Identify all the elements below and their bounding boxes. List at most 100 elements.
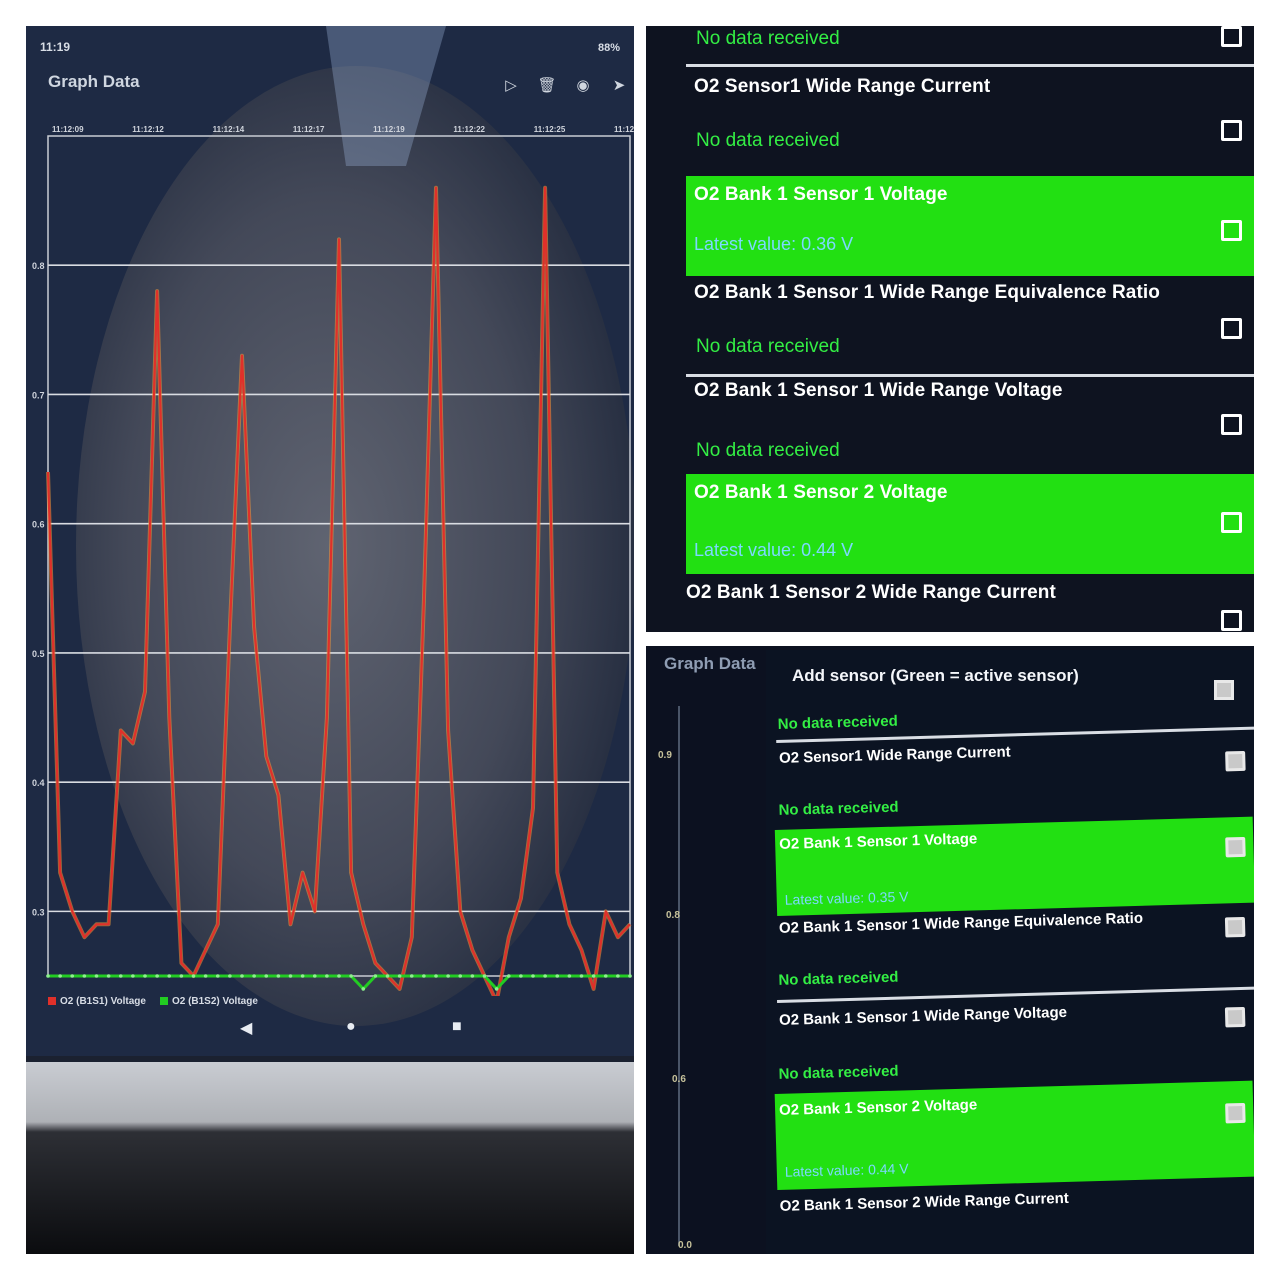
sensor-checkbox[interactable] [1221,26,1242,47]
x-tick-label: 11:12:12 [132,125,164,134]
series-point-b1s2 [519,974,523,978]
sensor-checkbox[interactable] [1221,414,1242,435]
series-point-b1s2 [349,974,353,978]
sensor-title: O2 Bank 1 Sensor 1 Voltage [694,184,948,205]
list-item[interactable]: O2 Sensor1 Wide Range Current No data re… [646,68,1254,172]
series-point-b1s2 [616,974,620,978]
status-battery: 88% [597,42,620,54]
list-item-active[interactable]: O2 Bank 1 Sensor 2 Voltage Latest value:… [646,474,1254,574]
series-point-b1s2 [167,974,172,978]
series-point-b1s2 [228,974,232,978]
record-icon[interactable]: ◉ [572,74,594,96]
series-point-b1s2 [361,987,366,991]
series-point-b1s2 [422,974,426,978]
legend-item-b1s2: O2 (B1S2) Voltage [159,996,258,1007]
list-item[interactable]: No data received [646,26,1254,68]
sensor-title: O2 Bank 1 Sensor 2 Wide Range Current [779,1189,1070,1215]
appbar-actions: ▷ 🗑 ◉ ➤ [500,74,630,96]
status-time: 11:19 [40,40,71,54]
series-point-b1s2 [300,974,305,978]
sensor-checkbox[interactable] [1225,1102,1246,1124]
series-point-b1s2 [46,974,50,978]
sensor-title: O2 Bank 1 Sensor 2 Voltage [694,482,948,503]
latest-value-label: Latest value: 0.36 V [694,234,854,254]
sensor-title: O2 Bank 1 Sensor 1 Wide Range Voltage [694,380,1063,401]
y-tick-label: 0.6 [32,520,45,530]
sensor-checkbox[interactable] [1221,512,1242,533]
series-point-b1s2 [252,974,256,978]
series-point-b1s2 [264,974,269,978]
series-point-b1s2 [591,974,596,978]
series-point-b1s2 [203,974,208,978]
sensor-checkbox[interactable] [1224,1006,1246,1028]
legend-swatch-red [48,997,56,1006]
x-tick-label: 11:12:14 [213,125,245,134]
series-point-b1s2 [482,974,487,978]
graph-title: Graph Data [664,654,756,673]
list-item-active[interactable]: O2 Bank 1 Sensor 2 Voltage Latest value:… [774,1080,1254,1190]
no-data-label: No data received [778,1062,899,1083]
dialog-close-icon[interactable] [1214,680,1234,700]
list-item[interactable]: O2 Sensor1 Wide Range Current No data re… [775,737,1254,830]
y-tick-label: 0.4 [32,778,45,788]
series-point-b1s2 [58,974,62,978]
y-tick-label: 0.6 [672,1074,686,1085]
sensor-checkbox[interactable] [1225,836,1246,858]
no-data-label: No data received [777,712,899,733]
y-tick-label: 0.7 [32,390,45,400]
series-point-b1s2 [179,974,184,978]
series-point-b1s2 [106,974,111,978]
legend-item-b1s1: O2 (B1S1) Voltage [48,996,146,1007]
sensor-checkbox[interactable] [1224,916,1246,938]
series-point-b1s2 [458,974,463,978]
trash-icon[interactable]: 🗑 [536,74,558,96]
sensor-checkbox[interactable] [1221,318,1242,339]
row-divider [686,374,1254,377]
list-item[interactable]: O2 Bank 1 Sensor 1 Wide Range Voltage No… [646,378,1254,472]
series-point-b1s2 [143,974,147,978]
series-point-b1s2 [94,974,99,978]
y-tick-label: 0.8 [666,910,680,921]
home-icon[interactable]: ● [346,1018,356,1036]
sensor-list-panel: No data received O2 Sensor1 Wide Range C… [646,26,1254,632]
series-point-b1s2 [373,974,378,978]
series-point-b1s2 [337,974,341,978]
list-item[interactable]: O2 Bank 1 Sensor 1 Wide Range Equivalenc… [646,278,1254,378]
play-icon[interactable]: ▷ [500,74,522,96]
list-item-active[interactable]: O2 Bank 1 Sensor 1 Voltage Latest value:… [646,176,1254,276]
series-point-b1s2 [470,974,475,978]
y-tick-label: 0.9 [658,750,672,761]
chart-axis [678,706,680,1246]
series-point-b1s2 [409,974,414,978]
list-item[interactable]: O2 Bank 1 Sensor 2 Wide Range Current [646,576,1254,632]
sensor-title: O2 Bank 1 Sensor 1 Wide Range Equivalenc… [694,282,1160,303]
row-divider [686,64,1254,67]
graph-screenshot-panel: 11:19 88% Graph Data ▷ 🗑 ◉ ➤ 0.8 0.7 0.6 0.… [26,26,634,1254]
series-point-b1s2 [555,974,560,978]
series-point-b1s2 [155,974,159,978]
list-item[interactable]: O2 Bank 1 Sensor 1 Wide Range Equivalenc… [775,907,1254,1008]
legend-swatch-green [159,997,168,1006]
list-item-active[interactable]: O2 Bank 1 Sensor 1 Voltage Latest value:… [774,816,1254,916]
recents-icon[interactable]: ■ [452,1018,462,1036]
share-icon[interactable]: ➤ [608,74,630,96]
sensor-checkbox[interactable] [1221,120,1242,141]
x-tick-label: 11:12:17 [293,125,325,134]
sensor-checkbox[interactable] [1225,750,1246,772]
series-point-b1s2 [191,974,196,978]
series-point-b1s2 [543,974,547,978]
sensor-checkbox[interactable] [1221,610,1242,631]
device-bezel [26,1062,634,1254]
chart-legend: O2 (B1S1) Voltage O2 (B1S2) Voltage [48,996,258,1007]
y-tick-label: 0.0 [678,1240,692,1251]
back-icon[interactable]: ◀ [240,1018,252,1038]
no-data-label: No data received [778,968,899,989]
sensor-checkbox[interactable] [1221,220,1242,241]
series-point-b1s2 [385,974,390,978]
android-navbar: ◀ ● ■ [26,1008,634,1048]
series-point-b1s2 [215,974,220,978]
sensor-title: O2 Sensor1 Wide Range Current [694,76,991,97]
series-point-b1s2 [240,974,244,978]
series-line-b1s2 [48,974,630,991]
y-tick-label: 0.5 [32,649,45,659]
